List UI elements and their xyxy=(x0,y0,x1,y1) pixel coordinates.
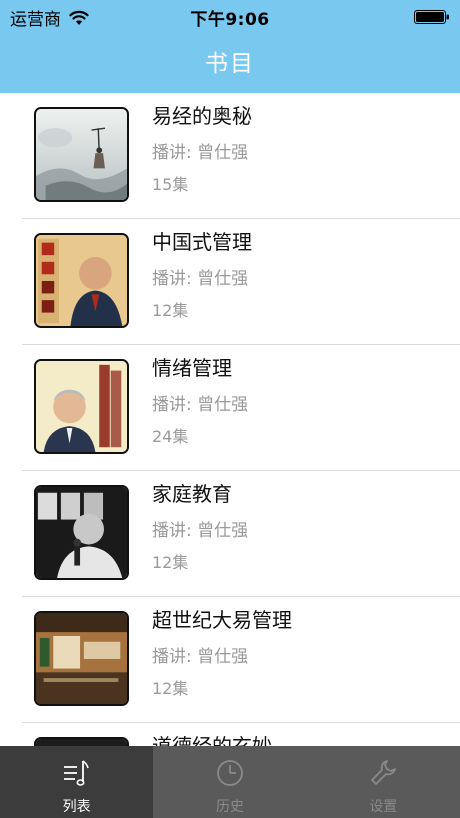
book-title: 易经的奥秘 xyxy=(152,104,252,128)
ink-painting-cover xyxy=(34,107,129,202)
status-bar: 运营商 下午9:06 xyxy=(0,0,460,32)
app-screen: 运营商 下午9:06 书目 易经的奥秘 播讲: 曾仕强 15集 中国式管理 播讲… xyxy=(0,0,460,818)
clock-icon xyxy=(215,758,245,788)
book-cover-dayi-guanli xyxy=(34,611,129,706)
book-row[interactable]: 中国式管理 播讲: 曾仕强 12集 xyxy=(0,219,460,345)
book-lecturer: 播讲: 曾仕强 xyxy=(152,395,249,415)
book-title: 家庭教育 xyxy=(152,482,232,506)
book-title: 道德经的玄妙 xyxy=(152,734,272,746)
tab-settings[interactable]: 设置 xyxy=(307,746,460,818)
book-cover-qingxu-guanli xyxy=(34,359,129,454)
book-lecturer: 播讲: 曾仕强 xyxy=(152,143,249,163)
book-cover-zhongguoshi-guanli xyxy=(34,233,129,328)
top-header: 运营商 下午9:06 书目 xyxy=(0,0,460,93)
wrench-icon xyxy=(368,758,398,788)
bw-portrait-cover xyxy=(34,485,129,580)
book-lecturer: 播讲: 曾仕强 xyxy=(152,269,249,289)
book-lecturer: 播讲: 曾仕强 xyxy=(152,521,249,541)
tab-history[interactable]: 历史 xyxy=(153,746,306,818)
battery-icon xyxy=(414,9,450,24)
tab-list-label: 列表 xyxy=(62,799,91,815)
music-list-icon xyxy=(62,758,92,788)
tab-settings-label: 设置 xyxy=(369,799,398,815)
book-title: 情绪管理 xyxy=(152,356,232,380)
book-episodes: 24集 xyxy=(152,427,189,446)
book-episodes: 12集 xyxy=(152,679,189,698)
book-lecturer: 播讲: 曾仕强 xyxy=(152,647,249,667)
book-episodes: 12集 xyxy=(152,301,189,320)
book-row[interactable]: 情绪管理 播讲: 曾仕强 24集 xyxy=(0,345,460,471)
book-row[interactable]: 道德经的玄妙 xyxy=(0,723,460,746)
tab-bar: 列表 历史 设置 xyxy=(0,746,460,818)
status-time: 下午9:06 xyxy=(190,10,270,30)
book-title: 超世纪大易管理 xyxy=(152,608,292,632)
book-list[interactable]: 易经的奥秘 播讲: 曾仕强 15集 中国式管理 播讲: 曾仕强 12集 情绪管理… xyxy=(0,93,460,746)
book-title: 中国式管理 xyxy=(152,230,252,254)
book-episodes: 12集 xyxy=(152,553,189,572)
book-row[interactable]: 超世纪大易管理 播讲: 曾仕强 12集 xyxy=(0,597,460,723)
tab-history-label: 历史 xyxy=(215,799,244,815)
page-title: 书目 xyxy=(205,51,255,77)
tab-list[interactable]: 列表 xyxy=(0,746,154,818)
book-episodes: 15集 xyxy=(152,175,189,194)
book-row[interactable]: 易经的奥秘 播讲: 曾仕强 15集 xyxy=(0,93,460,219)
book-row[interactable]: 家庭教育 播讲: 曾仕强 12集 xyxy=(0,471,460,597)
dark-cover xyxy=(34,737,129,746)
